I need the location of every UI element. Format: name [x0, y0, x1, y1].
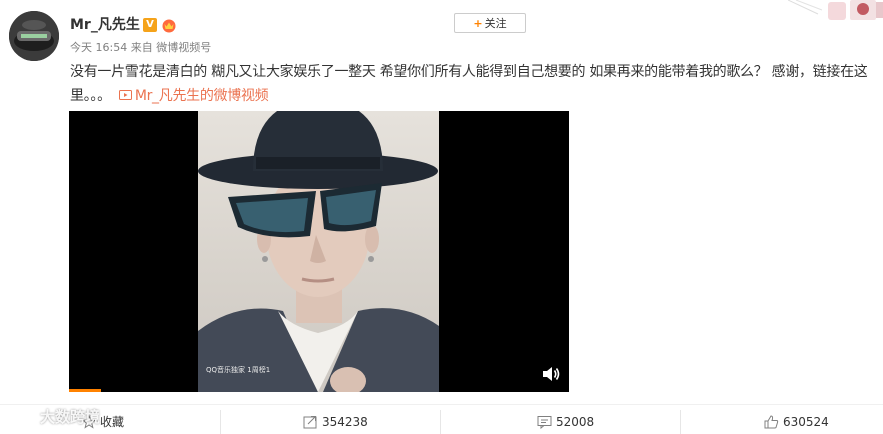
repost-count: 354238 [322, 415, 368, 429]
comment-icon [537, 416, 552, 430]
avatar[interactable] [9, 11, 59, 61]
video-thumbnail [198, 111, 439, 392]
watermark: 大数跨境 [8, 406, 100, 427]
username[interactable]: Mr_凡先生 [70, 16, 140, 34]
verified-badge-icon: V [143, 18, 157, 32]
comment-button[interactable]: 52008 [537, 414, 594, 430]
video-frame: QQ音乐独家 1周榜1 [198, 111, 439, 392]
follow-button[interactable]: + 关注 [454, 13, 526, 33]
video-link-label: Mr_凡先生的微博视频 [134, 88, 269, 104]
action-separator [220, 410, 221, 434]
repost-icon [303, 416, 317, 429]
volume-icon[interactable] [541, 365, 561, 383]
action-divider [0, 404, 883, 405]
watermark-logo-icon [10, 409, 38, 423]
action-separator [680, 410, 681, 434]
post-text: 没有一片雪花是清白的 糊凡又让大家娱乐了一整天 希望你们所有人能得到自己想要的 … [70, 60, 882, 108]
video-caption: QQ音乐独家 1周榜1 [206, 366, 271, 374]
like-count: 630524 [783, 415, 829, 429]
plus-icon: + [473, 17, 483, 30]
video-progress-bar[interactable] [69, 389, 101, 392]
favorite-label: 收藏 [100, 415, 125, 429]
comment-count: 52008 [556, 415, 595, 429]
post-meta: 今天 16:54 来自 微博视频号 [70, 41, 212, 54]
video-link[interactable]: Mr_凡先生的微博视频 [118, 88, 269, 104]
video-player[interactable]: QQ音乐独家 1周榜1 [69, 111, 569, 392]
action-bar: 收藏 354238 52008 630524 [0, 406, 883, 434]
repost-button[interactable]: 354238 [303, 414, 368, 430]
video-icon [118, 90, 132, 100]
follow-label: 关注 [484, 17, 507, 30]
action-separator [440, 410, 441, 434]
corner-decoration-icon [788, 0, 883, 20]
crown-badge-icon [162, 19, 176, 33]
watermark-text: 大数跨境 [40, 408, 101, 426]
thumbs-up-icon [764, 415, 779, 429]
like-button[interactable]: 630524 [764, 414, 829, 430]
avatar-image [9, 11, 59, 61]
